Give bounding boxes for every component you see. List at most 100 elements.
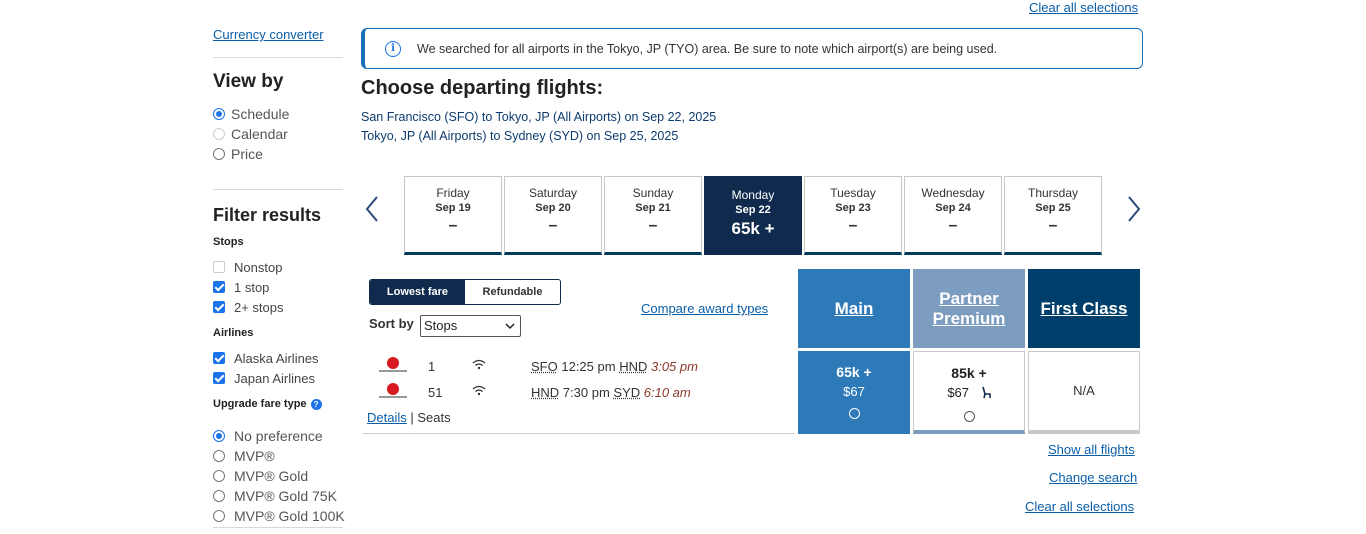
premium-seat-icon [981,386,991,402]
filter-1-stop-label: 1 stop [234,279,270,295]
filter-nonstop[interactable]: Nonstop [213,258,282,276]
show-all-flights-link[interactable]: Show all flights [1048,442,1135,457]
date-tab-date: Sep 23 [835,202,871,214]
arrival-time: 3:05 pm [650,358,698,374]
date-tab-thu[interactable]: Thursday Sep 25 – [1004,176,1102,255]
fare-na: N/A [1073,383,1095,398]
flight-segment-row: 51 HND 7:30 pm SYD 6:10 am [377,383,797,401]
fare-header-first-class[interactable]: First Class [1028,269,1140,348]
date-tab-mon-selected[interactable]: Monday Sep 22 65k + [704,176,802,255]
checkbox-icon [213,261,225,273]
info-banner: i We searched for all airports in the To… [361,28,1143,69]
date-tab-price: – [848,217,858,234]
flight-number: 51 [428,384,443,400]
fare-header-partner-premium[interactable]: Partner Premium [913,269,1025,348]
date-tab-price: – [1048,217,1058,234]
date-tab-tue[interactable]: Tuesday Sep 23 – [804,176,902,255]
date-tab-price: – [548,217,558,234]
upgrade-mvp-gold-100k[interactable]: MVP® Gold 100K [213,507,345,525]
date-tab-dow: Thursday [1027,186,1079,200]
destination-airport-code[interactable]: SYD [613,385,640,400]
chevron-down-icon [505,316,515,343]
arrival-time: 6:10 am [643,384,691,400]
fare-header-main[interactable]: Main [798,269,910,348]
filter-2plus-stops[interactable]: 2+ stops [213,298,284,316]
radio-icon [213,470,225,482]
date-tab-date: Sep 21 [635,202,671,214]
radio-icon [213,128,225,140]
details-link[interactable]: Details [367,410,407,425]
route-line: Tokyo, JP (All Airports) to Sydney (SYD)… [361,129,679,143]
upgrade-mvp[interactable]: MVP® [213,447,275,465]
fare-points: 65k + [836,364,872,380]
date-tab-sun[interactable]: Sunday Sep 21 – [604,176,702,255]
details-seats-links: Details | Seats [367,410,451,425]
origin-airport-code[interactable]: SFO [531,359,558,374]
wifi-icon [472,385,486,399]
upgrade-mvp-gold[interactable]: MVP® Gold [213,467,308,485]
radio-icon [213,450,225,462]
clear-all-selections-bottom-link[interactable]: Clear all selections [1025,499,1134,514]
fare-usd: $67 [843,384,865,399]
date-tab-date: Sep 24 [935,202,971,214]
japan-airlines-logo-icon [377,357,409,375]
date-tab-date: Sep 22 [735,204,771,216]
date-tab-price: – [648,217,658,234]
date-tab-price: 65k + [731,219,775,238]
radio-icon [213,510,225,522]
fare-radio-icon[interactable] [963,410,975,422]
flight-times: SFO 12:25 pm HND 3:05 pm [531,359,698,374]
lowest-fare-toggle[interactable]: Lowest fare [370,280,465,304]
date-tab-fri[interactable]: Friday Sep 19 – [404,176,502,255]
date-tab-dow: Tuesday [830,186,876,200]
upgrade-mvp-gold-75k[interactable]: MVP® Gold 75K [213,487,337,505]
help-icon[interactable]: ? [310,399,322,410]
next-dates-arrow-icon[interactable] [1126,194,1142,230]
prev-dates-arrow-icon[interactable] [364,194,380,230]
filter-nonstop-label: Nonstop [234,259,283,275]
view-by-calendar-label: Calendar [231,126,288,142]
page-title: Choose departing flights: [361,77,604,99]
compare-award-types-link[interactable]: Compare award types [641,301,768,316]
fare-cell-main[interactable]: 65k + $67 [798,351,910,434]
checkbox-checked-icon [213,352,225,364]
filter-alaska-label: Alaska Airlines [234,350,319,366]
origin-airport-code[interactable]: HND [531,385,559,400]
departure-time: 12:25 pm [561,358,616,374]
view-by-calendar[interactable]: Calendar [213,125,288,143]
change-search-link[interactable]: Change search [1049,470,1137,485]
clear-all-selections-link[interactable]: Clear all selections [1029,0,1138,15]
fare-header-partner-label: Partner [939,288,999,308]
divider [213,189,343,190]
upgrade-option-label: MVP® Gold 100K [234,508,345,524]
date-tab-dow: Friday [436,186,470,200]
upgrade-no-preference[interactable]: No preference [213,427,323,445]
flight-segment-row: 1 SFO 12:25 pm HND 3:05 pm [377,357,797,375]
date-tab-date: Sep 25 [1035,202,1071,214]
filter-2plus-stops-label: 2+ stops [234,299,284,315]
filter-japan-airlines[interactable]: Japan Airlines [213,369,315,387]
fare-radio-icon[interactable] [848,408,860,419]
filter-results-heading: Filter results [213,205,322,225]
filter-japan-label: Japan Airlines [234,370,315,386]
refundable-toggle[interactable]: Refundable [465,280,560,304]
divider [213,57,343,58]
row-divider [363,433,795,434]
seats-link[interactable]: Seats [417,410,450,425]
sort-by-label: Sort by [369,316,414,331]
date-tab-date: Sep 19 [435,202,471,214]
date-tab-sat[interactable]: Saturday Sep 20 – [504,176,602,255]
radio-checked-icon [213,108,225,120]
date-tab-wed[interactable]: Wednesday Sep 24 – [904,176,1002,255]
destination-airport-code[interactable]: HND [619,359,647,374]
filter-1-stop[interactable]: 1 stop [213,278,269,296]
currency-converter-link[interactable]: Currency converter [213,27,324,42]
filter-alaska-airlines[interactable]: Alaska Airlines [213,349,319,367]
divider [213,527,343,528]
view-by-schedule[interactable]: Schedule [213,105,289,123]
sort-by-select[interactable]: Stops [420,315,521,337]
upgrade-option-label: MVP® Gold 75K [234,488,337,504]
view-by-price[interactable]: Price [213,145,263,163]
fare-cell-partner-premium[interactable]: 85k + $67 [913,351,1025,434]
fare-cell-first-class: N/A [1028,351,1140,434]
